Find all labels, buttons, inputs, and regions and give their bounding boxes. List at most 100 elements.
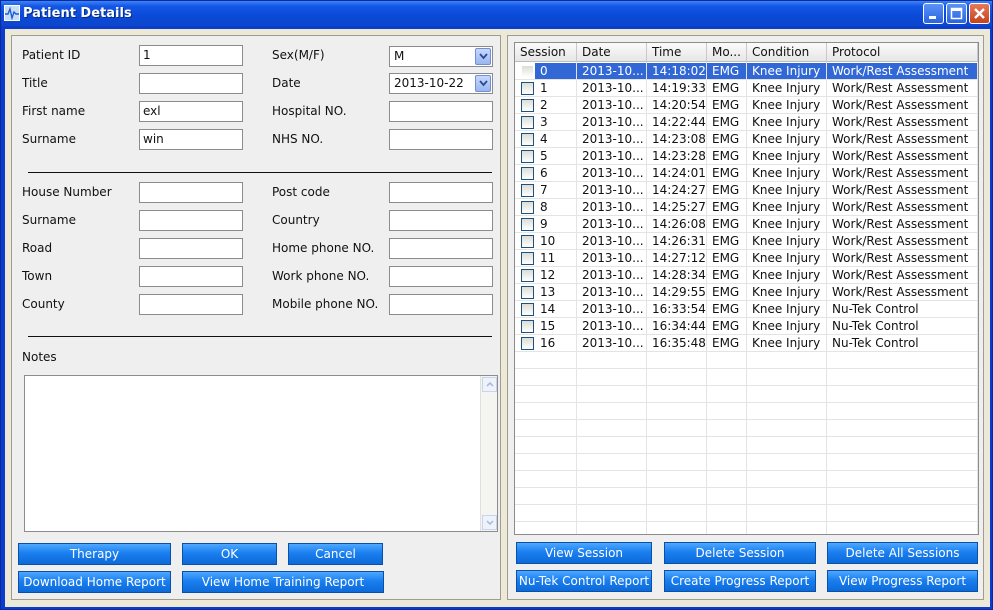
title-input[interactable] (139, 73, 243, 94)
section-divider (28, 172, 492, 173)
scroll-up-button[interactable] (482, 377, 497, 392)
row-checkbox[interactable] (521, 82, 534, 95)
empty-row (515, 369, 978, 386)
row-checkbox[interactable] (521, 201, 534, 214)
house-number-input[interactable] (139, 182, 243, 203)
empty-row (515, 420, 978, 437)
mobile-phone-input[interactable] (389, 294, 493, 315)
row-checkbox[interactable] (521, 252, 534, 265)
view-progress-report-button[interactable]: View Progress Report (827, 570, 978, 592)
row-checkbox[interactable] (521, 286, 534, 299)
therapy-button[interactable]: Therapy (18, 543, 171, 565)
work-phone-input[interactable] (389, 266, 493, 287)
table-row[interactable]: 1 2013-10... 14:19:33 EMG Knee Injury Work/Re… (515, 80, 978, 97)
chevron-down-icon[interactable] (475, 48, 491, 65)
first-name-input[interactable]: exl (139, 101, 243, 122)
hospital-no-input[interactable] (389, 101, 493, 122)
table-row[interactable]: 0 2013-10... 14:18:02 EMG Knee Injury Work/Re… (515, 63, 978, 80)
cell-mode: EMG (707, 318, 747, 334)
table-row[interactable]: 11 2013-10... 14:27:12 EMG Knee Injury Work/R… (515, 250, 978, 267)
cancel-button[interactable]: Cancel (288, 543, 383, 565)
column-header-date[interactable]: Date (577, 43, 647, 62)
column-header-condition[interactable]: Condition (747, 43, 827, 62)
table-row[interactable]: 2 2013-10... 14:20:54 EMG Knee Injury Work/Re… (515, 97, 978, 114)
close-icon (974, 8, 985, 19)
cell-mode: EMG (707, 335, 747, 351)
table-row[interactable]: 9 2013-10... 14:26:08 EMG Knee Injury Work/Re… (515, 216, 978, 233)
sessions-table[interactable]: Session Date Time Mo... Condition Protoc… (514, 42, 979, 535)
row-checkbox[interactable] (521, 99, 534, 112)
table-row[interactable]: 13 2013-10... 14:29:55 EMG Knee Injury Work/R… (515, 284, 978, 301)
cell-time: 14:27:12 (647, 250, 707, 266)
table-row[interactable]: 10 2013-10... 14:26:31 EMG Knee Injury Work/R… (515, 233, 978, 250)
row-checkbox[interactable] (521, 116, 534, 129)
table-row[interactable]: 15 2013-10... 16:34:44 EMG Knee Injury Nu-Tek… (515, 318, 978, 335)
cell-session: 16 (535, 335, 577, 351)
home-phone-input[interactable] (389, 238, 493, 259)
row-checkbox[interactable] (521, 337, 534, 350)
road-input[interactable] (139, 238, 243, 259)
row-checkbox[interactable] (521, 133, 534, 146)
close-button[interactable] (969, 3, 990, 24)
row-checkbox[interactable] (521, 235, 534, 248)
cell-time: 14:29:55 (647, 284, 707, 300)
patient-id-input[interactable]: 1 (139, 45, 243, 66)
table-row[interactable]: 6 2013-10... 14:24:01 EMG Knee Injury Work/Re… (515, 165, 978, 182)
nutek-control-report-button[interactable]: Nu-Tek Control Report (516, 570, 652, 592)
row-checkbox[interactable] (521, 320, 534, 333)
table-row[interactable]: 8 2013-10... 14:25:27 EMG Knee Injury Work/Re… (515, 199, 978, 216)
cell-date: 2013-10... (577, 301, 647, 317)
row-checkbox[interactable] (521, 167, 534, 180)
notes-scrollbar[interactable] (480, 376, 497, 531)
cell-session: 4 (535, 131, 577, 147)
cell-session: 14 (535, 301, 577, 317)
chevron-down-icon (485, 520, 494, 525)
table-row[interactable]: 4 2013-10... 14:23:08 EMG Knee Injury Work/Re… (515, 131, 978, 148)
delete-all-sessions-button[interactable]: Delete All Sessions (827, 542, 978, 564)
cell-date: 2013-10... (577, 267, 647, 283)
download-home-report-button[interactable]: Download Home Report (18, 571, 171, 593)
notes-textarea[interactable] (24, 375, 498, 532)
row-checkbox[interactable] (521, 184, 534, 197)
table-row[interactable]: 12 2013-10... 14:28:34 EMG Knee Injury Work/R… (515, 267, 978, 284)
table-row[interactable]: 3 2013-10... 14:22:44 EMG Knee Injury Work/Re… (515, 114, 978, 131)
section-divider (28, 336, 492, 337)
house-number-label: House Number (22, 185, 112, 199)
table-row[interactable]: 5 2013-10... 14:23:28 EMG Knee Injury Work/Re… (515, 148, 978, 165)
table-row[interactable]: 16 2013-10... 16:35:48 EMG Knee Injury Nu-Tek… (515, 335, 978, 352)
town-input[interactable] (139, 266, 243, 287)
column-header-protocol[interactable]: Protocol (827, 43, 978, 62)
country-input[interactable] (389, 210, 493, 231)
address-surname-input[interactable] (139, 210, 243, 231)
view-home-training-report-button[interactable]: View Home Training Report (182, 571, 384, 593)
minimize-button[interactable] (923, 3, 944, 24)
column-header-mode[interactable]: Mo... (707, 43, 747, 62)
cell-session: 0 (535, 63, 577, 79)
column-header-time[interactable]: Time (647, 43, 707, 62)
nhs-no-input[interactable] (389, 129, 493, 150)
cell-protocol: Work/Rest Assessment (827, 97, 978, 113)
column-header-session[interactable]: Session (515, 43, 577, 62)
chevron-down-icon[interactable] (475, 75, 491, 92)
sex-select[interactable]: M (389, 46, 493, 67)
surname-input[interactable]: win (139, 129, 243, 150)
hospital-no-label: Hospital NO. (272, 104, 347, 118)
date-picker[interactable]: 2013-10-22 (389, 73, 493, 94)
row-checkbox[interactable] (521, 65, 534, 78)
post-code-input[interactable] (389, 182, 493, 203)
delete-session-button[interactable]: Delete Session (664, 542, 816, 564)
row-checkbox[interactable] (521, 269, 534, 282)
row-checkbox[interactable] (521, 303, 534, 316)
row-checkbox[interactable] (521, 150, 534, 163)
scroll-down-button[interactable] (482, 515, 497, 530)
create-progress-report-button[interactable]: Create Progress Report (664, 570, 816, 592)
title-bar[interactable]: Patient Details (1, 1, 992, 26)
row-checkbox[interactable] (521, 218, 534, 231)
ok-button[interactable]: OK (182, 543, 277, 565)
county-input[interactable] (139, 294, 243, 315)
maximize-button[interactable] (946, 3, 967, 24)
table-row[interactable]: 14 2013-10... 16:33:54 EMG Knee Injury Nu-Tek… (515, 301, 978, 318)
table-row[interactable]: 7 2013-10... 14:24:27 EMG Knee Injury Work/Re… (515, 182, 978, 199)
view-session-button[interactable]: View Session (516, 542, 652, 564)
empty-row (515, 505, 978, 522)
